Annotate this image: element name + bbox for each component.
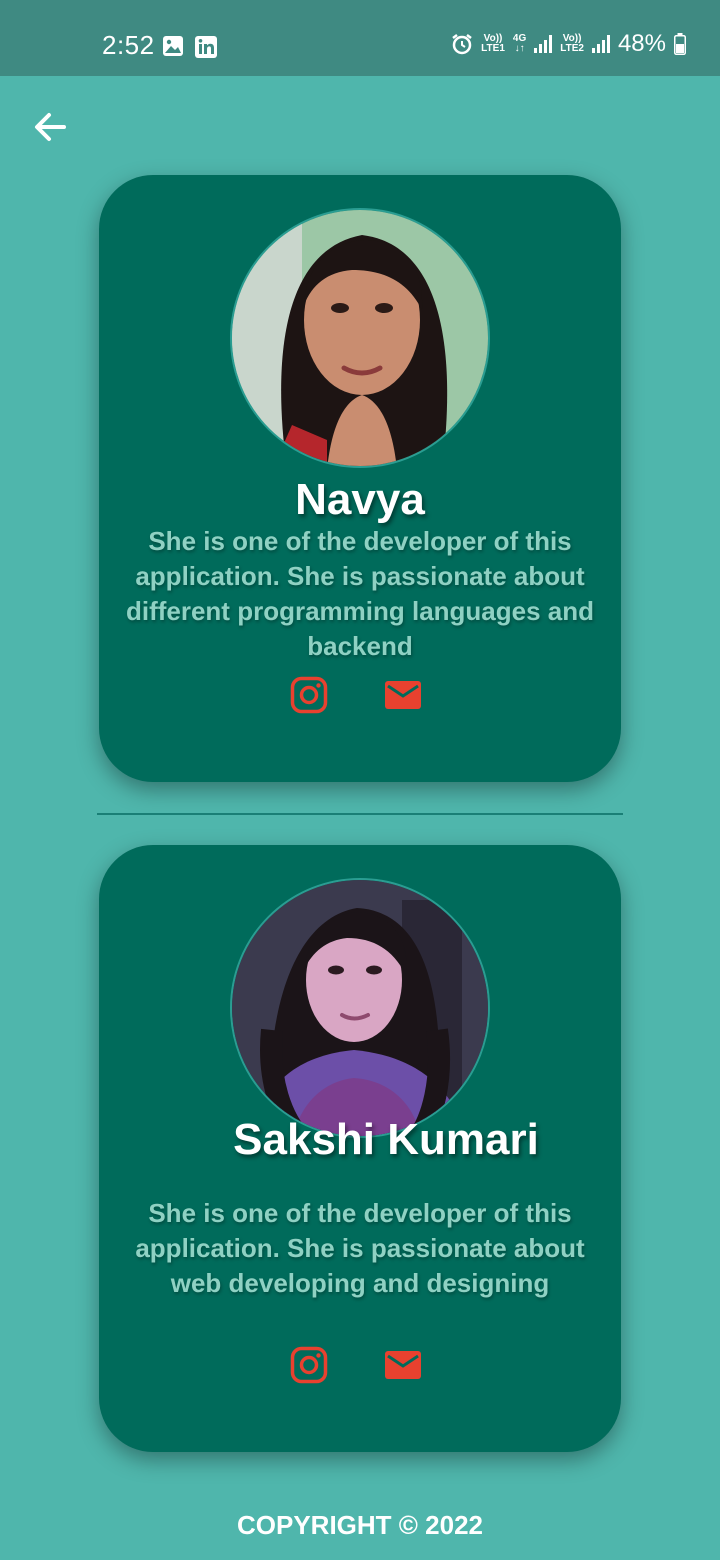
status-system-icons: Vo)) LTE1 4G ↓↑ Vo)) LTE2 48% [451,30,686,58]
developer-name: Navya [295,475,425,524]
divider [97,813,623,815]
4g-icon: 4G ↓↑ [512,33,527,54]
social-links [289,675,423,715]
status-time: 2:52 [102,30,155,60]
linkedin-icon [195,36,217,58]
status-bar: 2:52 Vo)) LTE1 4G ↓↑ Vo)) LTE2 48% [0,0,720,76]
social-links [289,1345,423,1385]
developer-description: She is one of the developer of this appl… [135,1198,585,1298]
developer-card: Sakshi Kumari She is one of the develope… [99,845,621,1452]
arrow-left-icon[interactable] [32,110,68,144]
developer-description: She is one of the developer of this appl… [125,526,595,661]
copyright-text: COPYRIGHT © 2022 [236,1510,483,1540]
signal-icon [534,35,553,53]
developer-card: Navya She is one of the developer of thi… [99,175,621,782]
status-notification-icons [162,35,218,59]
avatar [230,208,490,468]
volte1-icon: Vo)) LTE1 [481,33,505,54]
instagram-icon[interactable] [289,675,329,715]
battery-icon [674,33,686,55]
battery-percent: 48% [617,30,666,57]
developer-name: Sakshi Kumari [233,1115,539,1164]
mail-icon[interactable] [383,675,423,715]
volte2-icon: Vo)) LTE2 [560,33,584,54]
alarm-icon [452,34,472,55]
gallery-icon [163,36,183,56]
signal-icon [591,35,610,53]
mail-icon[interactable] [383,1345,423,1385]
instagram-icon[interactable] [289,1345,329,1385]
avatar [230,878,490,1138]
